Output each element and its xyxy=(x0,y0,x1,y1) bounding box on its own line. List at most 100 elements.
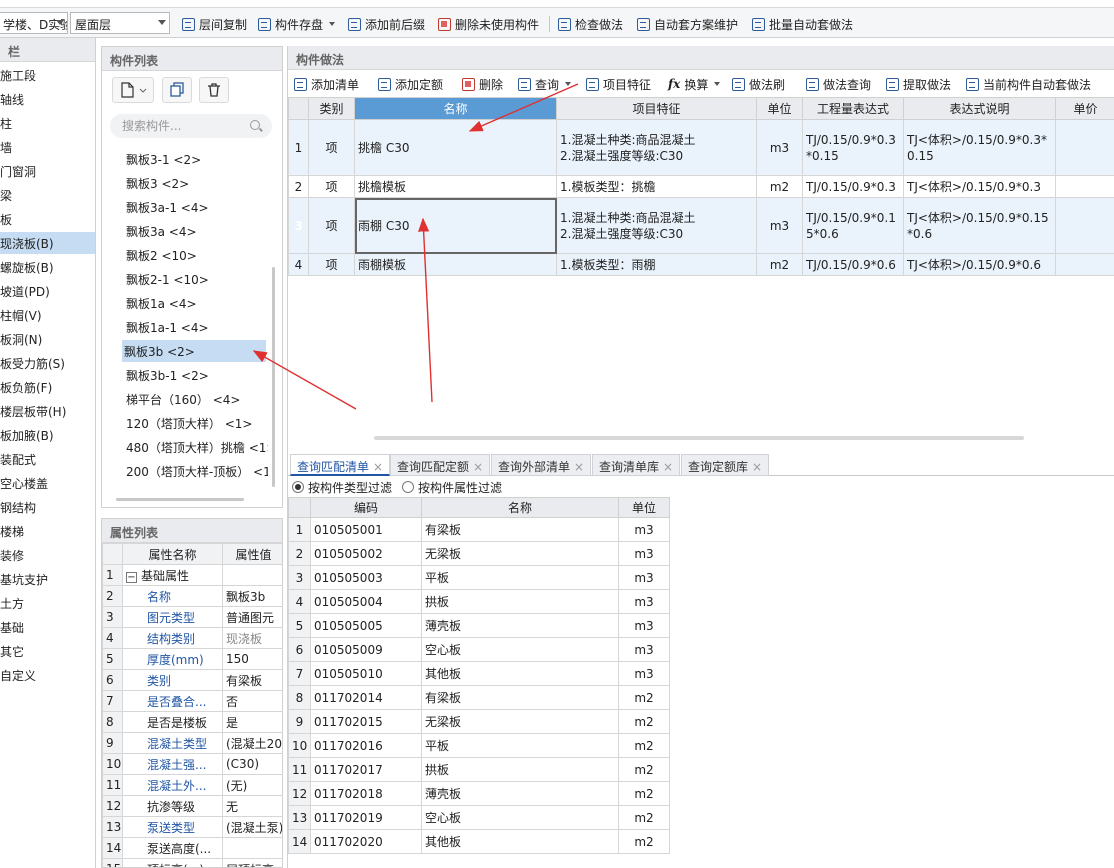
col-name[interactable]: 名称 xyxy=(421,497,619,518)
cell-unit[interactable]: m3 xyxy=(756,197,803,254)
save-component-button[interactable]: 构件存盘 xyxy=(258,15,336,33)
cell-name[interactable]: 无梁板 xyxy=(421,541,619,566)
close-icon[interactable]: × xyxy=(373,460,383,474)
sidebar-item[interactable]: 柱帽(V) xyxy=(0,304,95,326)
sidebar-item[interactable]: 装配式 xyxy=(0,448,95,470)
cell-unit[interactable]: m3 xyxy=(618,637,670,662)
sidebar-item[interactable]: 轴线 xyxy=(0,88,95,110)
property-row[interactable]: 12 抗渗等级无 xyxy=(102,795,282,817)
collapse-icon[interactable]: − xyxy=(126,571,137,583)
cell-unit[interactable]: m2 xyxy=(618,805,670,830)
col-feature[interactable]: 项目特征 xyxy=(556,97,757,120)
list-item[interactable]: 飘板3b-1 <2> xyxy=(124,364,268,386)
component-search-input[interactable] xyxy=(110,114,272,138)
sidebar-item[interactable]: 板洞(N) xyxy=(0,328,95,350)
table-row[interactable]: 4 010505004 拱板 m3 xyxy=(288,589,670,614)
add-list-button[interactable]: 添加清单 xyxy=(294,75,359,93)
sidebar-item[interactable]: 柱 xyxy=(0,112,95,134)
table-row[interactable]: 8 011702014 有梁板 m2 xyxy=(288,685,670,710)
sidebar-item[interactable]: 梁 xyxy=(0,184,95,206)
copy-between-floors-button[interactable]: 层间复制 xyxy=(182,15,247,33)
cell-code[interactable]: 010505001 xyxy=(310,517,422,542)
property-row[interactable]: 15顶标高(m)层顶标高 xyxy=(102,858,282,867)
cell-unit[interactable]: m2 xyxy=(618,709,670,734)
cell-desc[interactable]: TJ<体积>/0.15/0.9*0.15*0.6 xyxy=(903,197,1056,254)
cell-unit[interactable]: m3 xyxy=(618,661,670,686)
cell-name[interactable]: 雨棚 C30 xyxy=(354,197,557,254)
property-value[interactable] xyxy=(222,564,282,586)
cell-unit[interactable]: m2 xyxy=(618,757,670,782)
close-icon[interactable]: × xyxy=(574,460,584,474)
cell-code[interactable]: 010505004 xyxy=(310,589,422,614)
property-value[interactable]: 飘板3b xyxy=(222,585,282,607)
sidebar-item[interactable]: 板加腋(B) xyxy=(0,424,95,446)
table-row[interactable]: 3 项 雨棚 C30 1.混凝土种类:商品混凝土 2.混凝土强度等级:C30 m… xyxy=(288,197,1114,254)
table-row[interactable]: 2 010505002 无梁板 m3 xyxy=(288,541,670,566)
property-row[interactable]: 6 类别 有梁板 xyxy=(102,669,282,691)
cell-expr[interactable]: TJ/0.15/0.9*0.6 xyxy=(802,253,904,276)
tab-list-library[interactable]: 查询清单库 × xyxy=(592,454,681,476)
cell-name[interactable]: 有梁板 xyxy=(421,517,619,542)
property-row[interactable]: 11 混凝土外... (无) xyxy=(102,774,282,796)
cell-name[interactable]: 其他板 xyxy=(421,661,619,686)
convert-button[interactable]: fx 换算 xyxy=(668,75,721,93)
cell-price[interactable] xyxy=(1055,197,1114,254)
cell-name[interactable]: 拱板 xyxy=(421,589,619,614)
sidebar-item[interactable]: 螺旋板(B) xyxy=(0,256,95,278)
table-row[interactable]: 6 010505009 空心板 m3 xyxy=(288,637,670,662)
property-row[interactable]: 1− 基础属性 xyxy=(102,564,282,586)
horizontal-scrollbar[interactable] xyxy=(116,498,244,501)
cell-name[interactable]: 挑檐模板 xyxy=(354,175,557,198)
cell-name[interactable]: 有梁板 xyxy=(421,685,619,710)
cell-unit[interactable]: m3 xyxy=(618,613,670,638)
property-row[interactable]: 8 是否是楼板是 xyxy=(102,711,282,733)
layer-combo[interactable]: 屋面层 xyxy=(70,12,170,34)
cell-unit[interactable]: m2 xyxy=(756,253,803,276)
sidebar-item[interactable]: 门窗洞 xyxy=(0,160,95,182)
sidebar-item[interactable]: 空心楼盖 xyxy=(0,472,95,494)
property-value[interactable]: (C30) xyxy=(222,753,282,775)
list-item[interactable]: 120（塔顶大样） <1> xyxy=(124,412,268,434)
cell-unit[interactable]: m2 xyxy=(618,685,670,710)
cell-feature[interactable]: 1.混凝土种类:商品混凝土 2.混凝土强度等级:C30 xyxy=(556,119,757,176)
auto-method-button[interactable]: 当前构件自动套做法 xyxy=(966,75,1091,93)
table-row[interactable]: 11 011702017 拱板 m2 xyxy=(288,757,670,782)
auto-scheme-button[interactable]: 自动套方案维护 xyxy=(637,15,738,33)
cell-name[interactable]: 薄壳板 xyxy=(421,613,619,638)
cell-unit[interactable]: m2 xyxy=(756,175,803,198)
table-row[interactable]: 1 010505001 有梁板 m3 xyxy=(288,517,670,542)
radio-type-filter[interactable] xyxy=(292,481,304,493)
table-row[interactable]: 14 011702020 其他板 m2 xyxy=(288,829,670,854)
property-value[interactable]: 有梁板 xyxy=(222,669,282,691)
cell-unit[interactable]: m3 xyxy=(618,517,670,542)
cell-name[interactable]: 其他板 xyxy=(421,829,619,854)
property-row[interactable]: 5 厚度(mm) 150 xyxy=(102,648,282,670)
tab-match-list[interactable]: 查询匹配清单 × xyxy=(290,454,391,476)
item-feature-button[interactable]: 项目特征 xyxy=(586,75,651,93)
sidebar-item[interactable]: 其它 xyxy=(0,640,95,662)
cell-price[interactable] xyxy=(1055,253,1114,276)
cell-feature[interactable]: 1.模板类型：挑檐 xyxy=(556,175,757,198)
list-item[interactable]: 飘板1a <4> xyxy=(124,292,268,314)
col-type[interactable]: 类别 xyxy=(308,97,355,120)
close-icon[interactable]: × xyxy=(663,460,673,474)
property-value[interactable]: 层顶标高 xyxy=(222,858,282,867)
list-item[interactable]: 飘板1a-1 <4> xyxy=(124,316,268,338)
delete-button[interactable]: 删除 xyxy=(462,75,503,93)
cell-code[interactable]: 010505010 xyxy=(310,661,422,686)
sidebar-item[interactable]: 土方 xyxy=(0,592,95,614)
tab-match-quota[interactable]: 查询匹配定额 × xyxy=(390,454,491,476)
list-item[interactable]: 梯平台（160） <4> xyxy=(124,388,268,410)
cell-unit[interactable]: m2 xyxy=(618,781,670,806)
list-item[interactable]: 飘板3a-1 <4> xyxy=(124,196,268,218)
cell-desc[interactable]: TJ<体积>/0.15/0.9*0.3*0.15 xyxy=(903,119,1056,176)
cell-code[interactable]: 010505009 xyxy=(310,637,422,662)
property-row[interactable]: 10 混凝土强... (C30) xyxy=(102,753,282,775)
property-value[interactable]: 普通图元 xyxy=(222,606,282,628)
table-row[interactable]: 9 011702015 无梁板 m2 xyxy=(288,709,670,734)
sidebar-item[interactable]: 板 xyxy=(0,208,95,230)
col-price[interactable]: 单价 xyxy=(1055,97,1114,120)
batch-auto-method-button[interactable]: 批量自动套做法 xyxy=(752,15,853,33)
property-value[interactable]: 否 xyxy=(222,690,282,712)
cell-code[interactable]: 011702020 xyxy=(310,829,422,854)
